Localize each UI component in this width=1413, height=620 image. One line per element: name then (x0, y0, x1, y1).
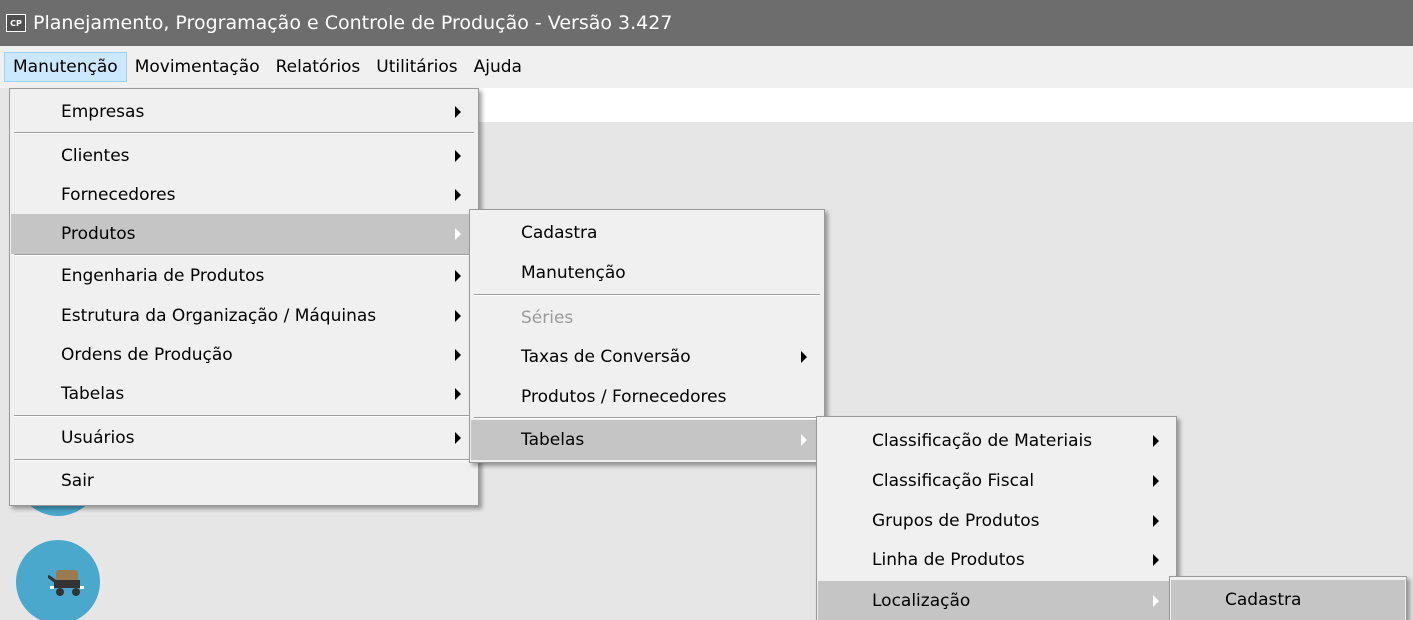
menu-item-classificacao-de-materiais[interactable]: Classificação de Materiais (818, 421, 1175, 461)
menu-item-label: Séries (521, 308, 574, 328)
menubar-utilitarios[interactable]: Utilitários (368, 52, 465, 82)
menu-item-tabelas[interactable]: Tabelas (11, 374, 477, 414)
menu-item-label: Cadastra (521, 223, 598, 243)
submenu-arrow-icon (455, 388, 461, 400)
localizacao-submenu: Cadastra (1169, 576, 1407, 620)
submenu-arrow-icon (455, 228, 461, 240)
menu-item-label: Classificação Fiscal (872, 471, 1035, 491)
submenu-arrow-icon (1153, 515, 1159, 527)
menu-item-label: Clientes (61, 146, 130, 166)
menu-item-localizacao[interactable]: Localização (818, 581, 1175, 620)
menu-item-grupos-de-produtos[interactable]: Grupos de Produtos (818, 501, 1175, 541)
submenu-arrow-icon (455, 349, 461, 361)
submenu-arrow-icon (455, 432, 461, 444)
menu-item-classificacao-fiscal[interactable]: Classificação Fiscal (818, 461, 1175, 501)
menu-item-clientes[interactable]: Clientes (11, 136, 477, 176)
submenu-arrow-icon (1153, 475, 1159, 487)
menu-item-label: Usuários (61, 428, 135, 448)
submenu-arrow-icon (455, 310, 461, 322)
submenu-arrow-icon (455, 106, 461, 118)
menu-item-cadastra[interactable]: Cadastra (1171, 580, 1405, 620)
menu-item-label: Classificação de Materiais (872, 431, 1093, 451)
menu-item-label: Linha de Produtos (872, 550, 1025, 570)
menu-item-label: Taxas de Conversão (521, 347, 691, 367)
submenu-arrow-icon (1153, 554, 1159, 566)
menu-item-engenharia-de-produtos[interactable]: Engenharia de Produtos (11, 256, 477, 296)
menu-item-label: Localização (872, 591, 971, 611)
menu-item-produtos[interactable]: Produtos (11, 214, 477, 254)
menubar-ajuda[interactable]: Ajuda (466, 52, 530, 82)
menu-bar: Manutenção Movimentação Relatórios Utili… (0, 46, 1413, 88)
menu-item-label: Sair (61, 471, 94, 491)
submenu-arrow-icon (1153, 435, 1159, 447)
submenu-arrow-icon (455, 189, 461, 201)
toolbar-strip (478, 88, 1413, 122)
submenu-arrow-icon (455, 150, 461, 162)
submenu-arrow-icon (801, 434, 807, 446)
manutencao-menu: Empresas Clientes Fornecedores Produtos … (9, 88, 479, 506)
menu-item-label: Produtos (61, 224, 136, 244)
menu-item-estrutura-da-organizacao[interactable]: Estrutura da Organização / Máquinas (11, 296, 477, 336)
menu-item-linha-de-produtos[interactable]: Linha de Produtos (818, 540, 1175, 580)
menu-item-label: Engenharia de Produtos (61, 266, 265, 286)
menu-item-manutencao[interactable]: Manutenção (471, 253, 823, 293)
menu-item-label: Cadastra (1225, 590, 1302, 610)
menu-item-label: Manutenção (521, 263, 626, 283)
cart-icon[interactable] (16, 540, 100, 620)
menu-separator (14, 132, 474, 134)
menu-item-ordens-de-producao[interactable]: Ordens de Produção (11, 335, 477, 375)
menu-item-fornecedores[interactable]: Fornecedores (11, 175, 477, 215)
menu-item-label: Ordens de Produção (61, 345, 233, 365)
menu-item-label: Produtos / Fornecedores (521, 387, 727, 407)
menu-item-label: Empresas (61, 102, 145, 122)
produtos-submenu: Cadastra Manutenção Séries Taxas de Conv… (469, 209, 825, 463)
wheelbarrow-icon (48, 570, 84, 596)
menu-item-label: Fornecedores (61, 185, 176, 205)
menu-item-empresas[interactable]: Empresas (11, 92, 477, 132)
submenu-arrow-icon (801, 351, 807, 363)
tabelas-submenu: Classificação de Materiais Classificação… (816, 416, 1177, 620)
menu-separator (14, 415, 474, 417)
menu-item-tabelas[interactable]: Tabelas (471, 420, 823, 460)
menu-separator (474, 294, 820, 296)
menu-item-produtos-fornecedores[interactable]: Produtos / Fornecedores (471, 377, 823, 417)
menu-item-cadastra[interactable]: Cadastra (471, 213, 823, 253)
menu-separator (474, 417, 820, 419)
menu-item-label: Tabelas (61, 384, 125, 404)
app-icon: CP (6, 14, 26, 32)
menu-item-sair[interactable]: Sair (11, 461, 477, 501)
submenu-arrow-icon (455, 270, 461, 282)
menu-item-label: Tabelas (521, 430, 585, 450)
menu-item-taxas-de-conversao[interactable]: Taxas de Conversão (471, 337, 823, 377)
menubar-relatorios[interactable]: Relatórios (268, 52, 369, 82)
submenu-arrow-icon (1153, 595, 1159, 607)
title-bar: CP Planejamento, Programação e Controle … (0, 0, 1413, 46)
window-title: Planejamento, Programação e Controle de … (33, 12, 673, 34)
menu-item-series: Séries (471, 298, 823, 338)
menu-item-label: Grupos de Produtos (872, 511, 1040, 531)
menu-item-label: Estrutura da Organização / Máquinas (61, 306, 377, 326)
menubar-movimentacao[interactable]: Movimentação (127, 52, 268, 82)
menu-item-usuarios[interactable]: Usuários (11, 418, 477, 458)
menubar-manutencao[interactable]: Manutenção (4, 52, 127, 82)
